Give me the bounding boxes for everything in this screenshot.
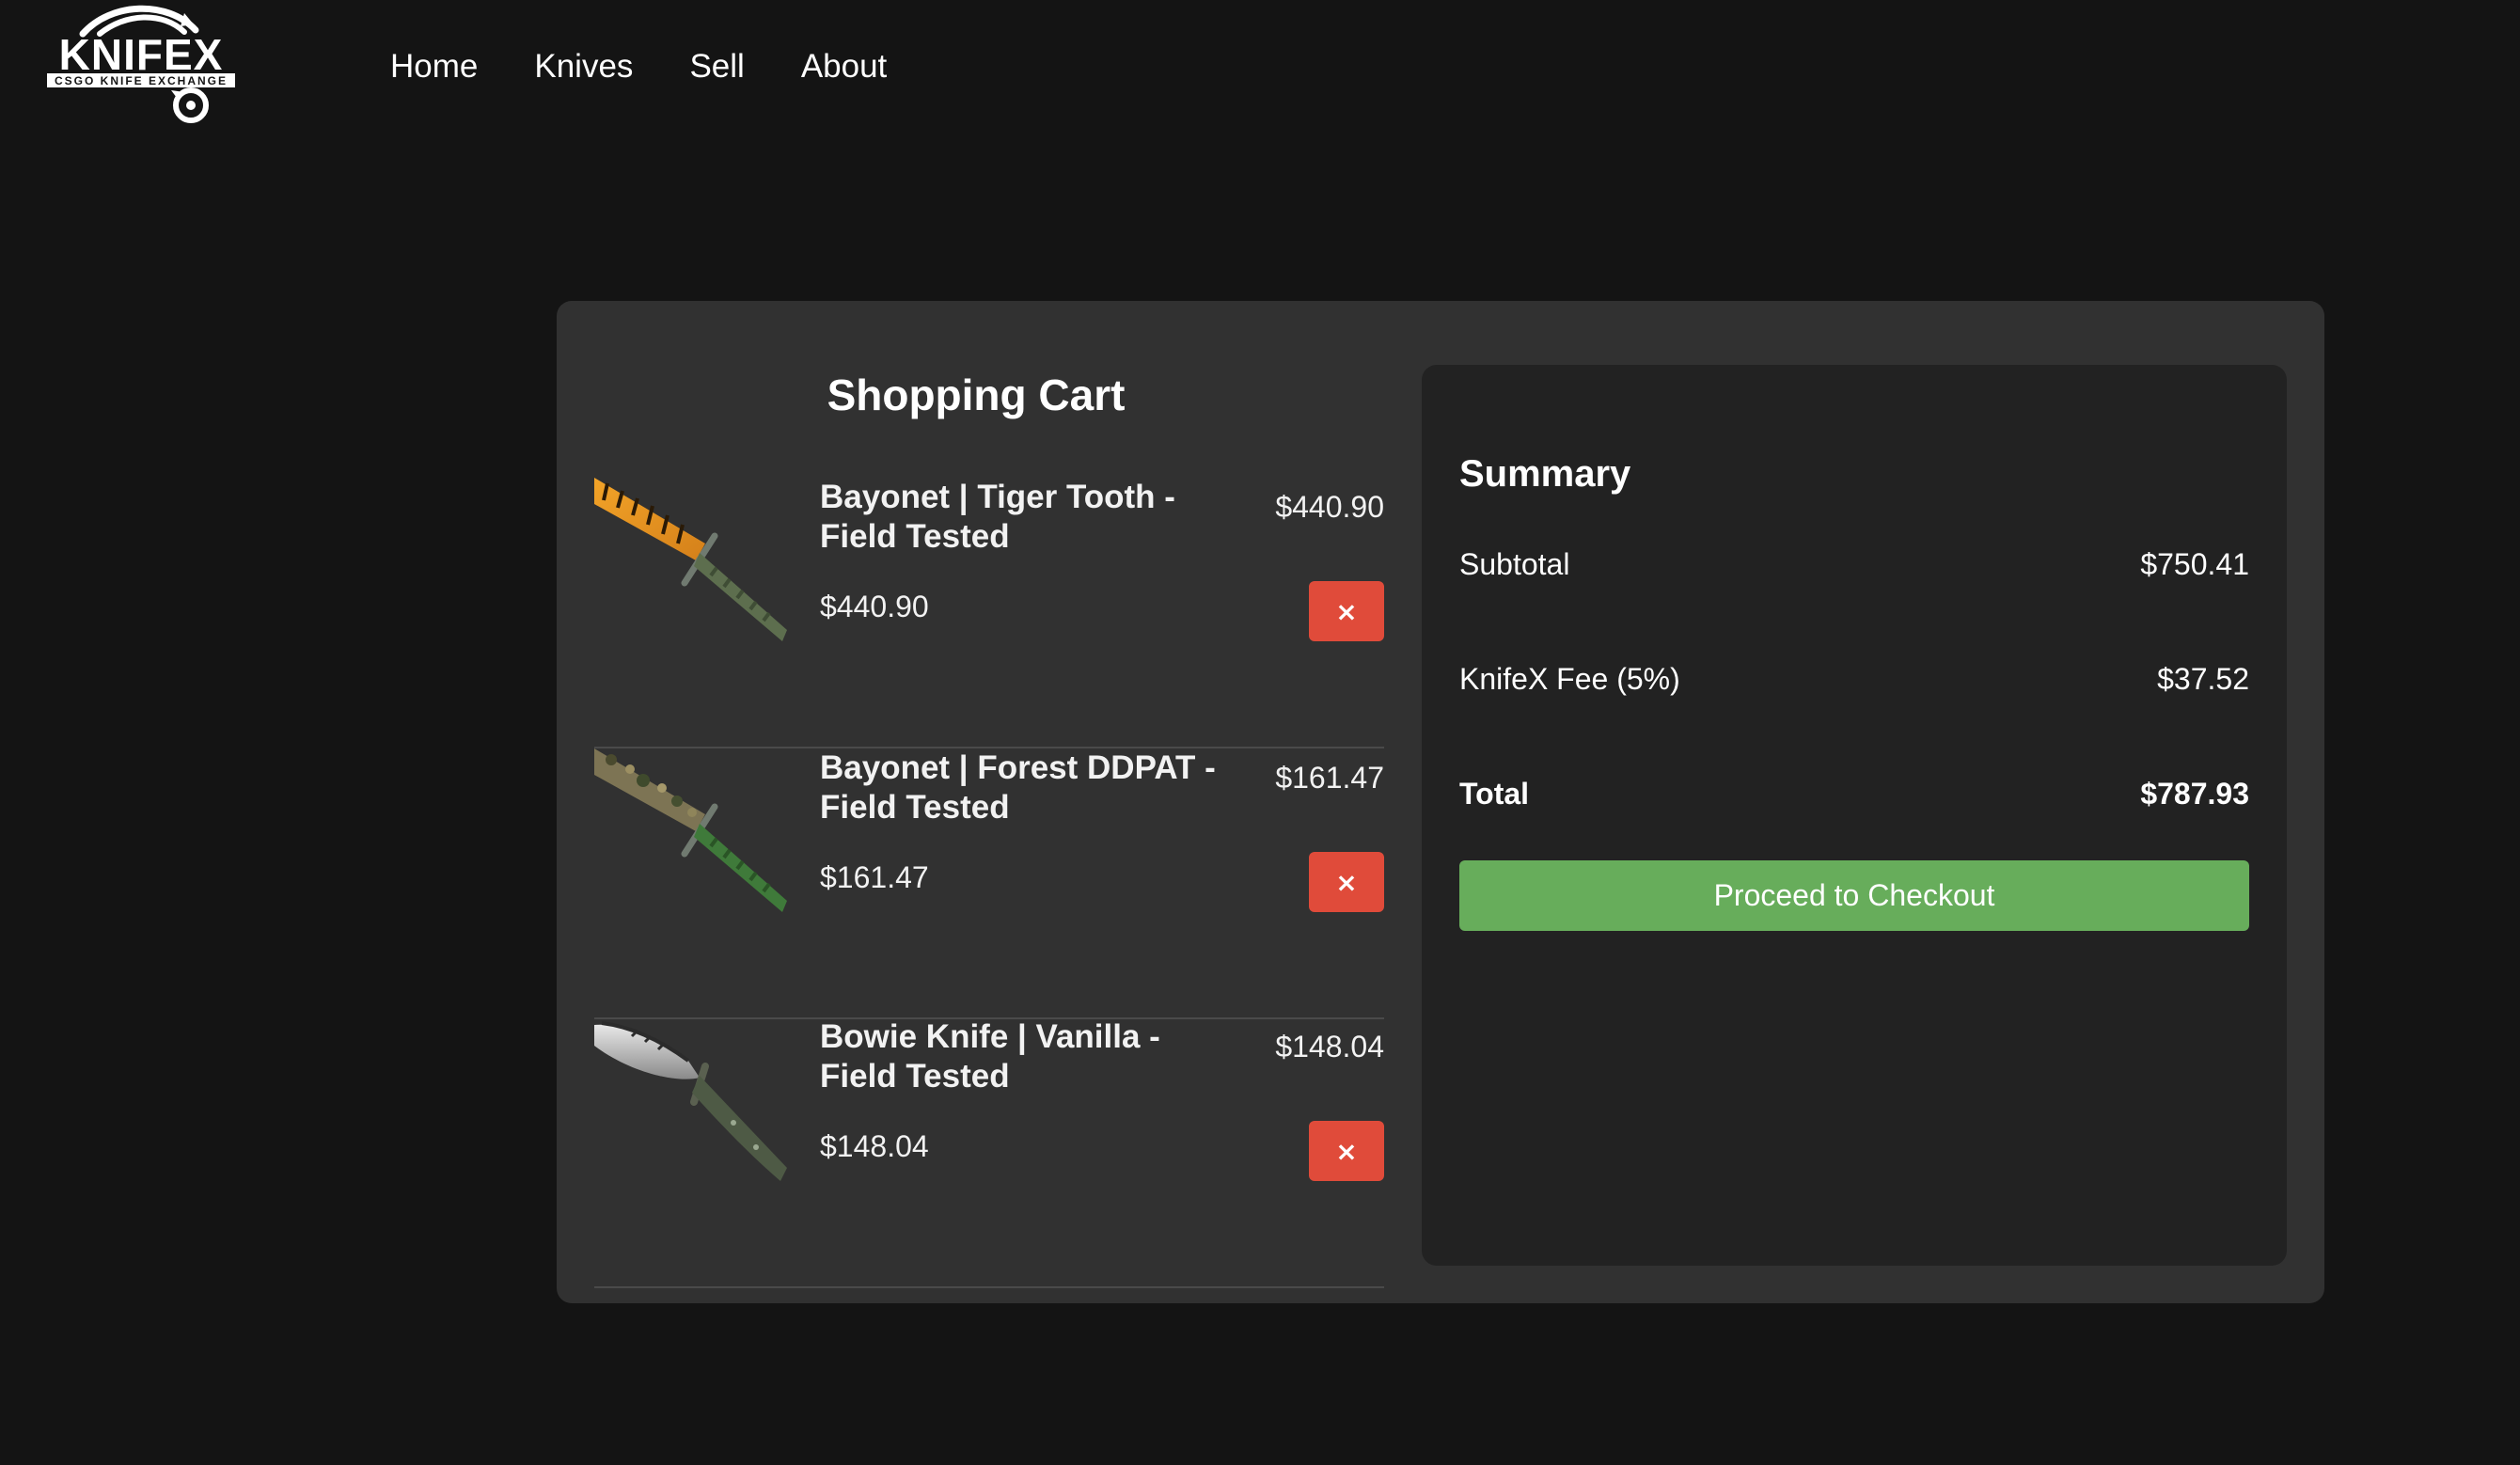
fee-value: $37.52 xyxy=(2157,662,2249,696)
total-row: Total $787.93 xyxy=(1459,773,2249,814)
logo-tagline: CSGO KNIFE EXCHANGE xyxy=(55,74,228,87)
subtotal-value: $750.41 xyxy=(2140,547,2249,581)
item-subtotal: $148.04 xyxy=(820,1129,929,1163)
item-price: $148.04 xyxy=(1275,1030,1384,1063)
item-name: Bowie Knife | Vanilla - Field Tested xyxy=(820,1018,1160,1095)
remove-item-button[interactable]: × xyxy=(1309,1121,1384,1181)
cart-title: Shopping Cart xyxy=(827,370,1126,419)
nav-sell[interactable]: Sell xyxy=(689,43,744,90)
remove-item-button[interactable]: × xyxy=(1309,581,1384,641)
total-value: $787.93 xyxy=(2140,777,2249,811)
item-subtotal: $161.47 xyxy=(820,860,929,894)
order-summary: Summary Subtotal $750.41 KnifeX Fee (5%)… xyxy=(1422,365,2287,1266)
subtotal-row: Subtotal $750.41 xyxy=(1459,543,2249,585)
fee-row: KnifeX Fee (5%) $37.52 xyxy=(1459,658,2249,700)
item-price: $161.47 xyxy=(1275,761,1384,795)
remove-item-button[interactable]: × xyxy=(1309,852,1384,912)
close-icon: × xyxy=(1335,595,1358,627)
summary-title: Summary xyxy=(1459,453,1631,495)
logo-wordmark: KNIFEX xyxy=(59,30,224,79)
nav-home[interactable]: Home xyxy=(390,43,478,90)
close-icon: × xyxy=(1335,866,1358,898)
cart-item: Bowie Knife | Vanilla - Field Tested $14… xyxy=(594,1017,1384,1288)
subtotal-label: Subtotal xyxy=(1459,547,1570,581)
knifex-logo[interactable]: KNIFEX CSGO KNIFE EXCHANGE xyxy=(45,2,238,124)
item-price: $440.90 xyxy=(1275,490,1384,524)
total-label: Total xyxy=(1459,777,1530,811)
item-name: Bayonet | Tiger Tooth - Field Tested xyxy=(820,479,1175,555)
main-nav: Home Knives Sell About xyxy=(390,43,943,90)
fee-label: KnifeX Fee (5%) xyxy=(1459,662,1680,696)
item-subtotal: $440.90 xyxy=(820,590,929,623)
nav-about[interactable]: About xyxy=(801,43,887,90)
proceed-to-checkout-button[interactable]: Proceed to Checkout xyxy=(1459,860,2249,931)
cart-item: Bayonet | Forest DDPAT - Field Tested $1… xyxy=(594,748,1384,1019)
item-name: Bayonet | Forest DDPAT - Field Tested xyxy=(820,749,1216,826)
bayonet-forest-ddpat-image xyxy=(594,748,787,913)
bowie-knife-vanilla-image xyxy=(594,1017,787,1182)
nav-knives[interactable]: Knives xyxy=(534,43,633,90)
site-header: KNIFEX CSGO KNIFE EXCHANGE Home Knives S… xyxy=(0,0,2520,132)
cart-item: Bayonet | Tiger Tooth - Field Tested $44… xyxy=(594,478,1384,748)
close-icon: × xyxy=(1335,1135,1358,1167)
bayonet-tiger-tooth-image xyxy=(594,478,787,642)
cart-panel: Shopping Cart Bayonet | Tiger Tooth - Fi… xyxy=(557,301,2324,1303)
